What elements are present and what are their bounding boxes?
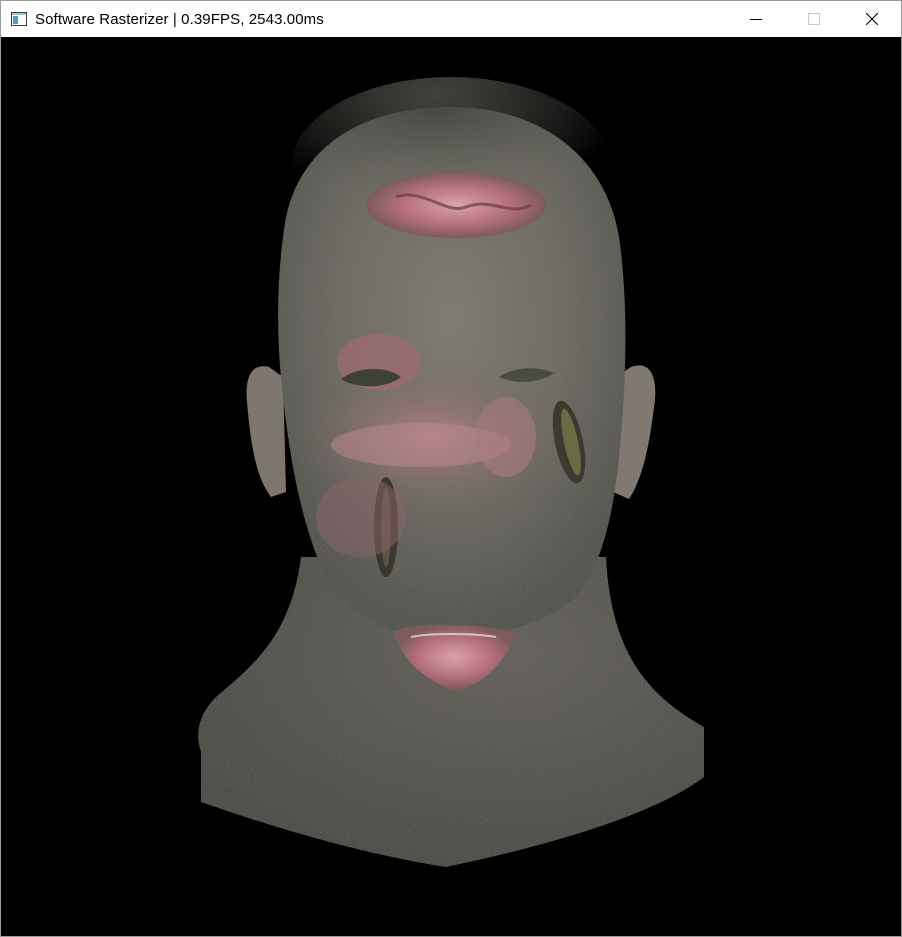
application-window: Software Rasterizer | 0.39FPS, 2543.00ms	[0, 0, 902, 937]
maximize-icon	[808, 13, 820, 25]
rendered-head-model	[198, 77, 704, 867]
right-cheek-pink	[476, 397, 536, 477]
minimize-icon	[750, 13, 762, 25]
render-viewport[interactable]	[1, 37, 901, 936]
app-window-icon	[11, 12, 27, 26]
close-button[interactable]	[843, 1, 901, 37]
top-patch	[366, 172, 546, 238]
maximize-button[interactable]	[785, 1, 843, 37]
title-bar[interactable]: Software Rasterizer | 0.39FPS, 2543.00ms	[1, 1, 901, 37]
minimize-button[interactable]	[727, 1, 785, 37]
lower-face-pink	[316, 477, 406, 557]
close-icon	[866, 13, 878, 25]
left-ear	[246, 366, 286, 497]
window-title: Software Rasterizer | 0.39FPS, 2543.00ms	[35, 10, 324, 28]
window-controls	[727, 1, 901, 37]
